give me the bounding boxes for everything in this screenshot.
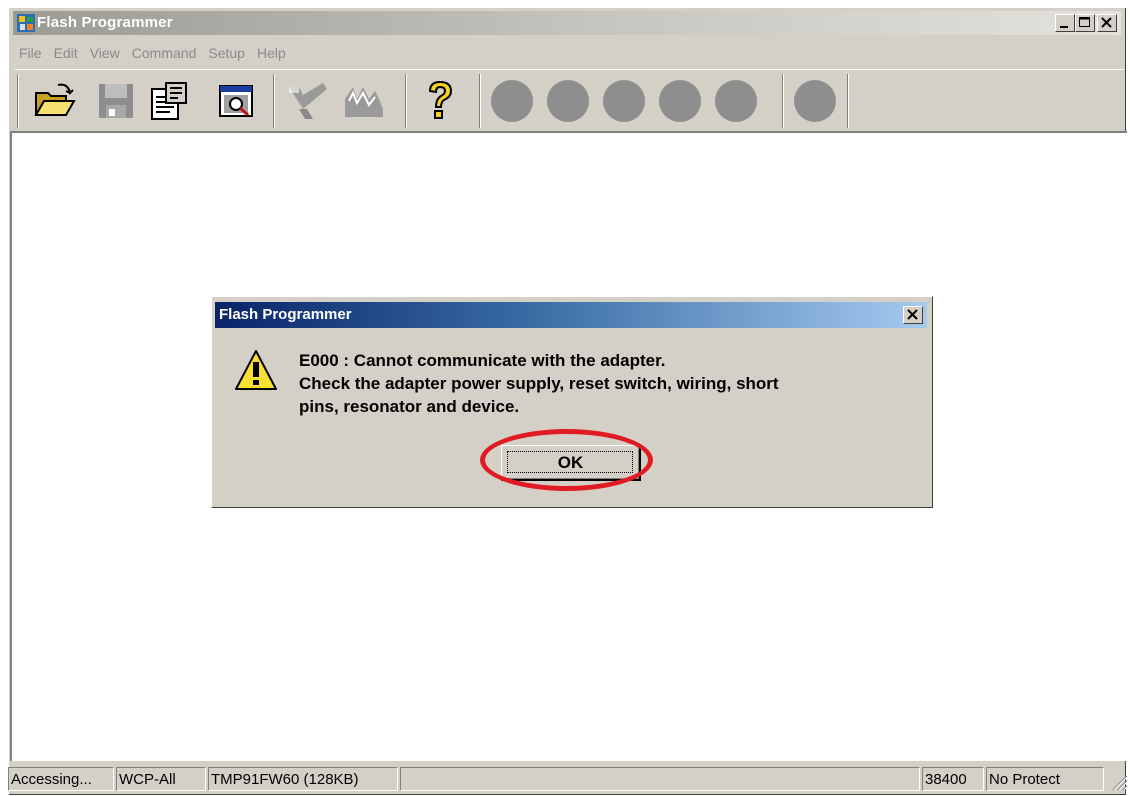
status-bar: Accessing... WCP-All TMP91FW60 (128KB) 3… — [8, 767, 1128, 793]
flash-programmer-app-icon — [17, 14, 35, 32]
status-light-1 — [487, 76, 537, 126]
menu-view[interactable]: View — [84, 40, 126, 62]
waveform-icon — [345, 87, 383, 117]
status-panel-mode: WCP-All — [116, 767, 206, 791]
preview-button[interactable] — [211, 76, 261, 126]
toolbar — [15, 69, 1124, 133]
dialog-message: E000 : Cannot communicate with the adapt… — [299, 349, 919, 418]
help-question-icon — [428, 80, 453, 119]
check-button[interactable] — [283, 76, 333, 126]
menu-help[interactable]: Help — [251, 40, 292, 62]
toolbar-separator — [479, 74, 480, 128]
status-light-icon — [603, 80, 645, 122]
help-button[interactable] — [415, 76, 465, 126]
message-line-2: Check the adapter power supply, reset sw… — [299, 374, 779, 393]
warning-icon — [235, 350, 277, 390]
message-line-3: pins, resonator and device. — [299, 397, 520, 416]
message-line-1: E000 : Cannot communicate with the adapt… — [299, 351, 666, 370]
menu-command[interactable]: Command — [126, 40, 203, 62]
close-icon — [1101, 17, 1112, 28]
highlight-circle — [480, 429, 653, 491]
dialog-title: Flash Programmer — [219, 306, 352, 323]
save-disk-icon — [99, 84, 133, 118]
dialog-close-button[interactable] — [903, 306, 923, 324]
toolbar-grip — [17, 74, 18, 128]
menu-edit[interactable]: Edit — [48, 40, 84, 62]
status-panel-protect: No Protect — [986, 767, 1104, 791]
toolbar-separator — [847, 74, 848, 128]
status-light-4 — [655, 76, 705, 126]
title-bar[interactable]: Flash Programmer — [13, 11, 1121, 35]
properties-button[interactable] — [145, 76, 195, 126]
save-button[interactable] — [91, 76, 141, 126]
maximize-icon — [1079, 17, 1090, 27]
status-light-5 — [711, 76, 761, 126]
status-light-2 — [543, 76, 593, 126]
open-button[interactable] — [29, 76, 79, 126]
menu-bar: File Edit View Command Setup Help — [13, 40, 292, 62]
toolbar-separator — [273, 74, 274, 128]
status-light-icon — [659, 80, 701, 122]
close-button[interactable] — [1097, 14, 1117, 32]
status-light-3 — [599, 76, 649, 126]
status-panel-baud: 38400 — [922, 767, 984, 791]
status-panel-device: TMP91FW60 (128KB) — [208, 767, 398, 791]
minimize-button[interactable] — [1055, 14, 1075, 32]
menu-setup[interactable]: Setup — [202, 40, 251, 62]
menu-file[interactable]: File — [13, 40, 48, 62]
status-light-icon — [491, 80, 533, 122]
toolbar-separator — [782, 74, 783, 128]
waveform-button[interactable] — [339, 76, 389, 126]
dialog-title-bar[interactable]: Flash Programmer — [215, 302, 927, 328]
resize-grip-icon[interactable] — [1108, 771, 1128, 791]
open-folder-icon — [34, 83, 76, 116]
status-panel-empty — [400, 767, 920, 791]
properties-icon — [151, 82, 187, 120]
window-title: Flash Programmer — [37, 14, 173, 31]
status-light-6 — [790, 76, 840, 126]
status-light-icon — [547, 80, 589, 122]
maximize-button[interactable] — [1075, 14, 1095, 32]
minimize-icon — [1060, 26, 1068, 28]
check-icon — [289, 83, 327, 119]
status-panel-state: Accessing... — [8, 767, 114, 791]
status-light-icon — [715, 80, 757, 122]
status-light-icon — [794, 80, 836, 122]
toolbar-separator — [405, 74, 406, 128]
close-icon — [907, 309, 918, 320]
preview-icon — [219, 85, 253, 117]
